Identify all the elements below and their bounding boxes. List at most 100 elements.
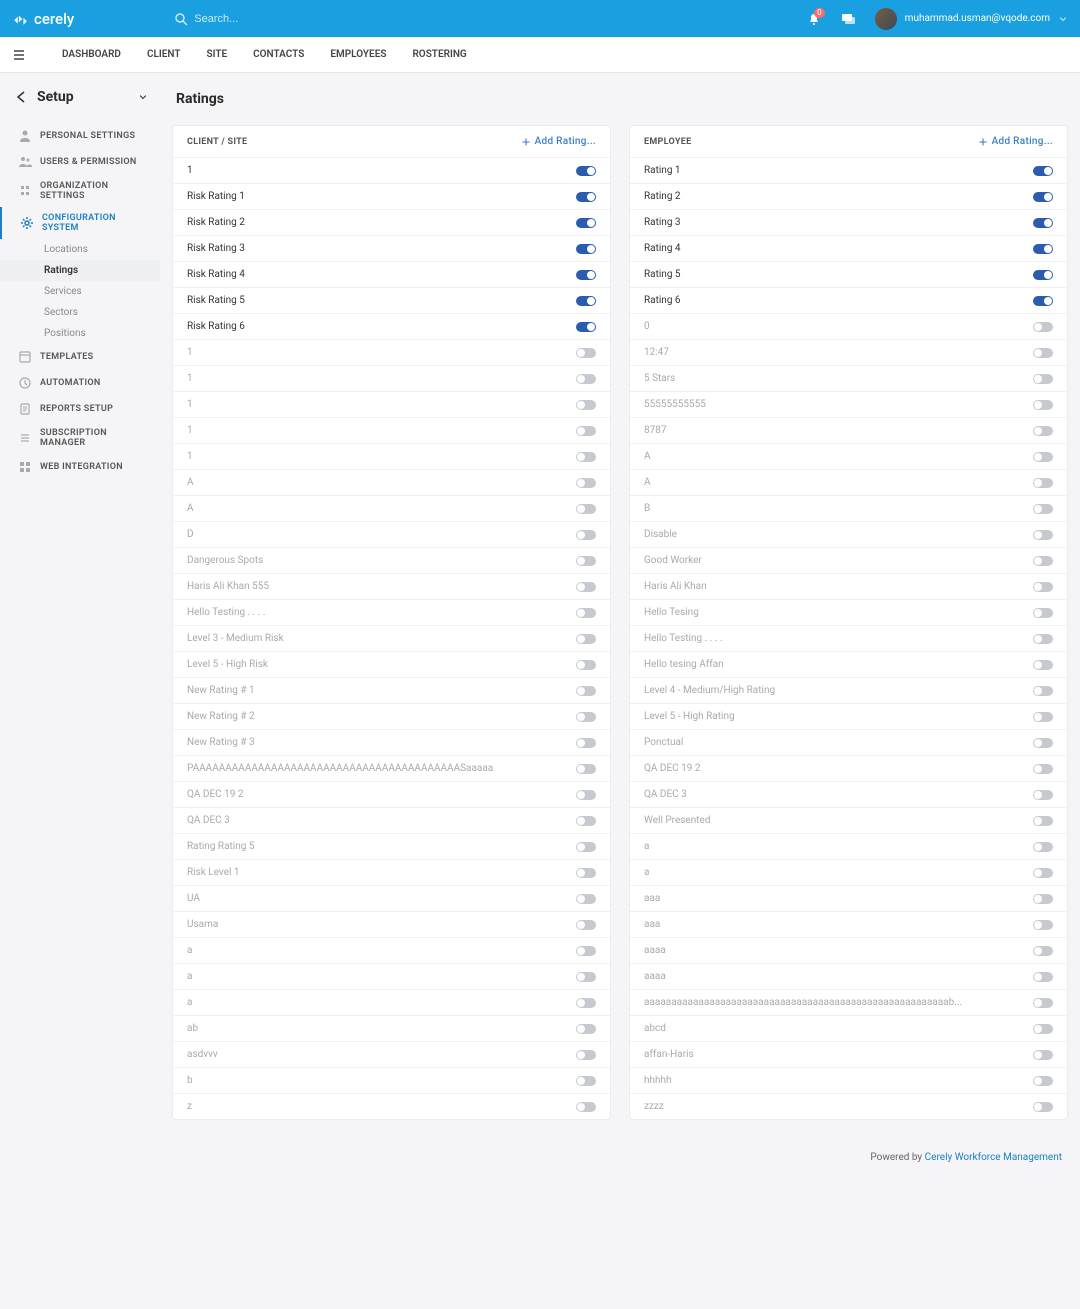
rating-toggle[interactable] — [1033, 738, 1053, 748]
menu-toggle[interactable] — [12, 48, 26, 62]
rating-toggle[interactable] — [576, 166, 596, 176]
rating-toggle[interactable] — [576, 452, 596, 462]
rating-toggle[interactable] — [576, 894, 596, 904]
sidebar-dropdown[interactable] — [138, 92, 148, 102]
nav-dashboard[interactable]: DASHBOARD — [62, 49, 121, 60]
rating-toggle[interactable] — [576, 764, 596, 774]
nav-rostering[interactable]: ROSTERING — [412, 49, 466, 60]
rating-toggle[interactable] — [1033, 608, 1053, 618]
sidebar-item-configuration-system[interactable]: CONFIGURATION SYSTEM — [0, 207, 160, 239]
user-menu[interactable]: muhammad.usman@vqode.com — [875, 8, 1068, 30]
rating-toggle[interactable] — [576, 582, 596, 592]
rating-toggle[interactable] — [576, 712, 596, 722]
rating-toggle[interactable] — [576, 790, 596, 800]
sidebar-item-users-permission[interactable]: USERS & PERMISSION — [0, 149, 160, 175]
rating-toggle[interactable] — [576, 920, 596, 930]
rating-toggle[interactable] — [576, 374, 596, 384]
rating-toggle[interactable] — [576, 686, 596, 696]
rating-toggle[interactable] — [1033, 452, 1053, 462]
rating-toggle[interactable] — [576, 1024, 596, 1034]
rating-toggle[interactable] — [1033, 400, 1053, 410]
rating-toggle[interactable] — [576, 660, 596, 670]
rating-toggle[interactable] — [576, 244, 596, 254]
sidebar-item-subscription-manager[interactable]: SUBSCRIPTION MANAGER — [0, 422, 160, 454]
rating-toggle[interactable] — [576, 946, 596, 956]
rating-toggle[interactable] — [1033, 504, 1053, 514]
rating-toggle[interactable] — [1033, 296, 1053, 306]
rating-toggle[interactable] — [1033, 556, 1053, 566]
add-rating-button[interactable]: Add Rating... — [521, 136, 596, 147]
add-rating-button[interactable]: Add Rating... — [978, 136, 1053, 147]
sidebar-subitem-positions[interactable]: Positions — [0, 323, 160, 344]
sidebar-item-templates[interactable]: TEMPLATES — [0, 344, 160, 370]
sidebar-item-personal-settings[interactable]: PERSONAL SETTINGS — [0, 123, 160, 149]
rating-toggle[interactable] — [1033, 842, 1053, 852]
rating-toggle[interactable] — [1033, 790, 1053, 800]
rating-toggle[interactable] — [1033, 1076, 1053, 1086]
rating-toggle[interactable] — [1033, 530, 1053, 540]
nav-site[interactable]: SITE — [207, 49, 228, 60]
rating-toggle[interactable] — [576, 556, 596, 566]
rating-toggle[interactable] — [576, 530, 596, 540]
nav-client[interactable]: CLIENT — [147, 49, 181, 60]
rating-toggle[interactable] — [1033, 712, 1053, 722]
rating-toggle[interactable] — [1033, 868, 1053, 878]
sidebar-item-web-integration[interactable]: WEB INTEGRATION — [0, 454, 160, 480]
rating-toggle[interactable] — [576, 1050, 596, 1060]
footer-link[interactable]: Cerely Workforce Management — [925, 1152, 1062, 1163]
rating-toggle[interactable] — [576, 868, 596, 878]
rating-toggle[interactable] — [576, 1102, 596, 1112]
chat-button[interactable] — [841, 12, 855, 26]
rating-toggle[interactable] — [1033, 374, 1053, 384]
sidebar-subitem-services[interactable]: Services — [0, 281, 160, 302]
rating-toggle[interactable] — [576, 738, 596, 748]
rating-toggle[interactable] — [1033, 322, 1053, 332]
rating-toggle[interactable] — [576, 478, 596, 488]
rating-toggle[interactable] — [576, 192, 596, 202]
rating-toggle[interactable] — [576, 504, 596, 514]
rating-toggle[interactable] — [576, 634, 596, 644]
rating-toggle[interactable] — [1033, 1102, 1053, 1112]
search-input[interactable] — [194, 13, 394, 25]
rating-toggle[interactable] — [576, 322, 596, 332]
sidebar-subitem-locations[interactable]: Locations — [0, 239, 160, 260]
rating-toggle[interactable] — [1033, 270, 1053, 280]
rating-toggle[interactable] — [1033, 1024, 1053, 1034]
rating-toggle[interactable] — [1033, 166, 1053, 176]
rating-toggle[interactable] — [1033, 686, 1053, 696]
rating-toggle[interactable] — [1033, 192, 1053, 202]
rating-toggle[interactable] — [1033, 244, 1053, 254]
sidebar-item-organization-settings[interactable]: ORGANIZATION SETTINGS — [0, 175, 160, 207]
rating-toggle[interactable] — [1033, 582, 1053, 592]
rating-toggle[interactable] — [1033, 946, 1053, 956]
rating-toggle[interactable] — [1033, 218, 1053, 228]
sidebar-item-reports-setup[interactable]: REPORTS SETUP — [0, 396, 160, 422]
rating-toggle[interactable] — [576, 426, 596, 436]
rating-toggle[interactable] — [1033, 764, 1053, 774]
rating-toggle[interactable] — [1033, 478, 1053, 488]
rating-toggle[interactable] — [576, 972, 596, 982]
notifications-button[interactable]: 0 — [807, 12, 821, 26]
back-button[interactable] — [15, 90, 29, 104]
sidebar-subitem-ratings[interactable]: Ratings — [0, 260, 160, 281]
rating-toggle[interactable] — [1033, 634, 1053, 644]
rating-toggle[interactable] — [576, 400, 596, 410]
sidebar-item-automation[interactable]: AUTOMATION — [0, 370, 160, 396]
rating-toggle[interactable] — [576, 270, 596, 280]
rating-toggle[interactable] — [1033, 920, 1053, 930]
rating-toggle[interactable] — [1033, 816, 1053, 826]
rating-toggle[interactable] — [576, 348, 596, 358]
nav-contacts[interactable]: CONTACTS — [253, 49, 304, 60]
sidebar-subitem-sectors[interactable]: Sectors — [0, 302, 160, 323]
rating-toggle[interactable] — [576, 816, 596, 826]
rating-toggle[interactable] — [1033, 426, 1053, 436]
rating-toggle[interactable] — [576, 998, 596, 1008]
rating-toggle[interactable] — [576, 1076, 596, 1086]
rating-toggle[interactable] — [576, 218, 596, 228]
rating-toggle[interactable] — [1033, 1050, 1053, 1060]
rating-toggle[interactable] — [1033, 348, 1053, 358]
rating-toggle[interactable] — [576, 842, 596, 852]
nav-employees[interactable]: EMPLOYEES — [330, 49, 386, 60]
rating-toggle[interactable] — [1033, 998, 1053, 1008]
rating-toggle[interactable] — [576, 608, 596, 618]
